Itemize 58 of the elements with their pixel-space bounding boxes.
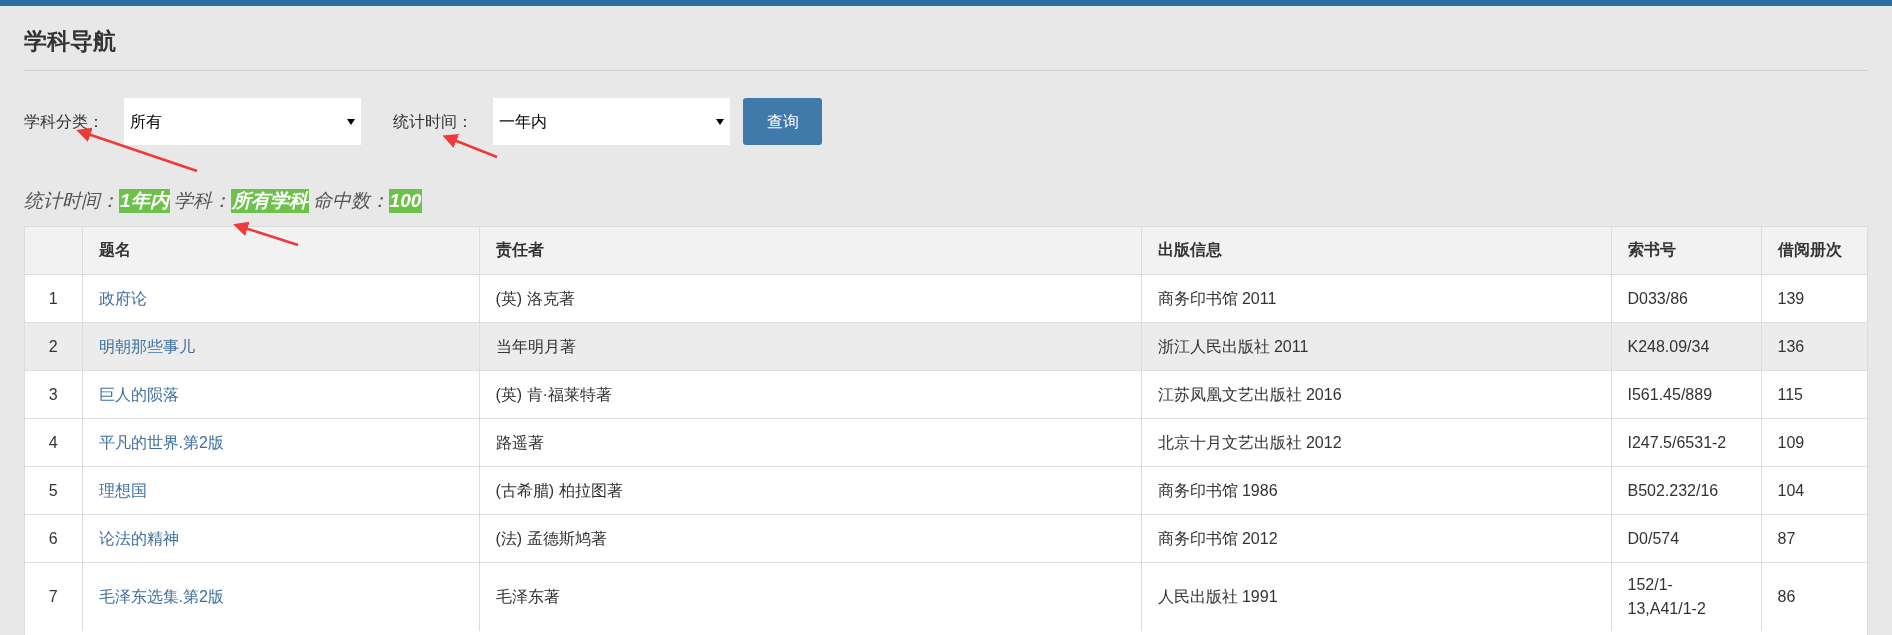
table-cell: 江苏凤凰文艺出版社 2016 xyxy=(1141,370,1611,419)
table-cell: 人民出版社 1991 xyxy=(1141,562,1611,631)
query-button[interactable]: 查询 xyxy=(743,98,822,145)
row-number: 2 xyxy=(25,322,82,371)
filter-label: 统计时间： xyxy=(393,111,473,132)
summary-label: 学科： xyxy=(173,189,231,213)
select-field[interactable]: 所有 xyxy=(124,98,361,145)
table-cell: I247.5/6531-2 xyxy=(1611,418,1761,467)
select-field[interactable]: 一年内 xyxy=(493,98,730,145)
table-cell: 139 xyxy=(1761,274,1867,323)
row-number: 4 xyxy=(25,418,82,467)
filter-label: 学科分类： xyxy=(24,111,104,132)
table-cell: I561.45/889 xyxy=(1611,370,1761,419)
row-number: 3 xyxy=(25,370,82,419)
table-cell: 商务印书馆 1986 xyxy=(1141,466,1611,515)
table-cell: 浙江人民出版社 2011 xyxy=(1141,322,1611,371)
table-cell: (英) 洛克著 xyxy=(479,274,1141,323)
book-title-link[interactable]: 理想国 xyxy=(98,481,147,499)
table-cell: 商务印书馆 2012 xyxy=(1141,514,1611,563)
table-cell: 152/1-13,A41/1-2 xyxy=(1611,562,1761,631)
table-cell: 115 xyxy=(1761,370,1867,419)
table-cell: D033/86 xyxy=(1611,274,1761,323)
book-title-link[interactable]: 论法的精神 xyxy=(98,529,179,547)
row-number: 1 xyxy=(25,274,82,323)
table-cell: K248.09/34 xyxy=(1611,322,1761,371)
table-cell: 毛泽东著 xyxy=(479,562,1141,631)
summary-label: 统计时间： xyxy=(24,189,119,213)
table-cell: 路遥著 xyxy=(479,418,1141,467)
summary-value: 所有学科 xyxy=(230,189,309,214)
table-cell: 104 xyxy=(1761,466,1867,515)
row-number: 5 xyxy=(25,466,82,515)
book-title-link[interactable]: 毛泽东选集.第2版 xyxy=(98,588,224,605)
table-cell: 商务印书馆 2011 xyxy=(1141,274,1611,323)
table-cell: (古希腊) 柏拉图著 xyxy=(479,466,1141,515)
page-title: 学科导航 xyxy=(24,6,1868,71)
dropdown-caret-icon xyxy=(716,118,724,125)
table-cell: 当年明月著 xyxy=(479,322,1141,371)
book-title-link[interactable]: 平凡的世界.第2版 xyxy=(98,433,224,451)
summary-value: 100 xyxy=(388,189,423,214)
table-cell: 86 xyxy=(1761,562,1867,631)
summary-label: 命中数： xyxy=(312,189,389,213)
annotation-arrow xyxy=(442,133,498,159)
table-cell: D0/574 xyxy=(1611,514,1761,563)
summary-value: 1年内 xyxy=(119,189,170,214)
row-number: 6 xyxy=(25,514,82,563)
table-cell: 136 xyxy=(1761,322,1867,371)
table-cell: (英) 肯·福莱特著 xyxy=(479,370,1141,419)
table-cell: (法) 孟德斯鸠著 xyxy=(479,514,1141,563)
table-cell: 北京十月文艺出版社 2012 xyxy=(1141,418,1611,467)
book-title-link[interactable]: 巨人的陨落 xyxy=(98,385,179,403)
book-title-link[interactable]: 政府论 xyxy=(98,289,147,307)
table-cell: 87 xyxy=(1761,514,1867,563)
table-cell: 109 xyxy=(1761,418,1867,467)
table-cell: B502.232/16 xyxy=(1611,466,1761,515)
dropdown-caret-icon xyxy=(347,118,355,125)
row-number: 7 xyxy=(25,562,82,631)
book-title-link[interactable]: 明朝那些事儿 xyxy=(98,337,195,355)
column-header: 借阅册次 xyxy=(1761,226,1867,275)
